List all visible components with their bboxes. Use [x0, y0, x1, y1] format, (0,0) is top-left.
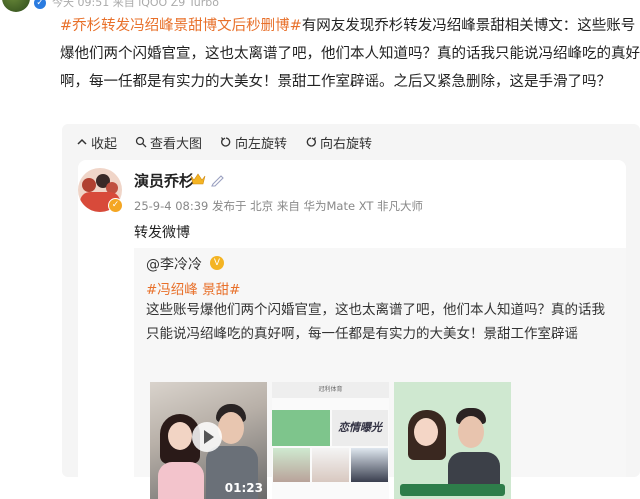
collage-image[interactable]: 冠利体育 恋情曝光 [272, 382, 389, 499]
collapse-label: 收起 [91, 136, 118, 152]
video-thumbnail[interactable]: 01:23 [150, 382, 267, 499]
play-icon[interactable] [192, 422, 222, 452]
rotate-left-button[interactable]: 向左旋转 [220, 132, 287, 152]
collage-header: 冠利体育 [272, 382, 389, 398]
post-meta: 今天 09:51 来自 iQOO Z9 Turbo [52, 0, 220, 9]
collapse-icon [77, 138, 87, 145]
quoted-text: 这些账号爆他们两个闪婚官宣，这也太离谱了吧，他们本人知道吗？真的话我只能说冯绍峰… [146, 302, 605, 342]
view-large-button[interactable]: 查看大图 [135, 132, 202, 152]
quoted-post[interactable]: @李冷冷 V #冯绍峰 景甜# 这些账号爆他们两个闪婚官宣，这也太离谱了吧，他们… [134, 248, 626, 499]
previous-post-strip: ✓ 今天 09:51 来自 iQOO Z9 Turbo [0, 0, 640, 12]
rotate-right-button[interactable]: 向右旋转 [305, 132, 372, 152]
rotate-right-icon [306, 137, 317, 147]
hashtag-link[interactable]: #乔杉转发冯绍峰景甜博文后秒删博# [60, 18, 302, 34]
rotate-left-icon [221, 137, 231, 147]
verified-badge-icon: ✓ [34, 0, 46, 9]
verified-badge-icon: V [210, 256, 224, 270]
avatar[interactable] [2, 0, 30, 12]
rotate-left-label: 向左旋转 [235, 136, 288, 152]
hashtag-link[interactable]: #冯绍峰 景甜# [146, 278, 240, 298]
author-name[interactable]: 演员乔杉 [134, 170, 194, 191]
crown-icon [190, 173, 206, 185]
pen-icon [211, 175, 224, 187]
collage-title: 恋情曝光 [332, 410, 388, 446]
rotate-right-label: 向右旋转 [320, 136, 373, 152]
repost-text: 转发微博 [134, 225, 190, 241]
image-viewer-card: 收起 查看大图 向左旋转 向右旋转 ✓ 演员乔杉 25-9-4 08:39 发布… [62, 124, 640, 499]
post-body: #乔杉转发冯绍峰景甜博文后秒删博#有网友发现乔杉转发冯绍峰景甜相关博文：这些账号… [60, 12, 640, 96]
zoom-icon [135, 136, 147, 148]
video-duration: 01:23 [224, 481, 263, 495]
post-meta: 25-9-4 08:39 发布于 北京 来自 华为Mate XT 非凡大师 [134, 199, 424, 213]
view-large-label: 查看大图 [150, 136, 203, 152]
collapse-button[interactable]: 收起 [76, 132, 117, 152]
image-toolbar: 收起 查看大图 向左旋转 向右旋转 [76, 132, 372, 152]
quoted-username[interactable]: @李冷冷 [146, 254, 202, 274]
verified-badge-icon: ✓ [108, 198, 123, 213]
couple-image[interactable] [394, 382, 511, 499]
repost-screenshot: ✓ 演员乔杉 25-9-4 08:39 发布于 北京 来自 华为Mate XT … [78, 160, 626, 499]
